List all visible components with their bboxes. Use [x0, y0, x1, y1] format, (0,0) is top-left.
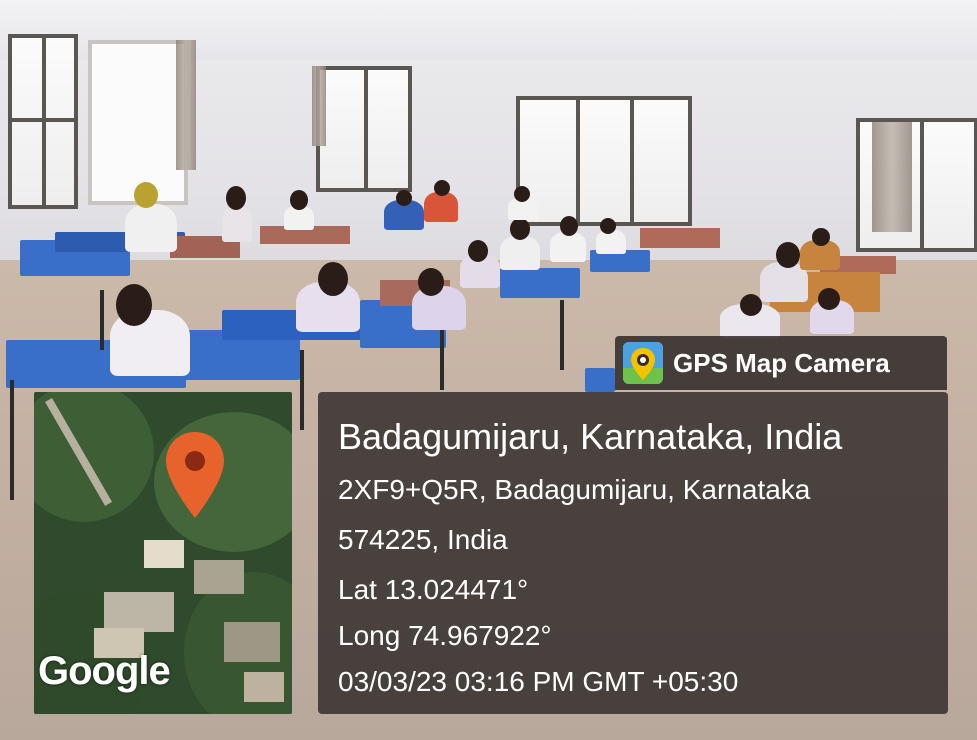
curtain-2 — [312, 66, 326, 146]
map-building — [104, 592, 174, 632]
student-head — [776, 242, 800, 268]
window-center — [516, 96, 692, 226]
student — [424, 192, 458, 222]
student — [550, 232, 586, 262]
desk-leg — [560, 300, 564, 370]
student-head — [434, 180, 450, 196]
gps-map-camera-badge: GPS Map Camera — [615, 336, 947, 390]
student — [500, 236, 540, 270]
timestamp: 03/03/23 03:16 PM GMT +05:30 — [338, 666, 739, 697]
student-head — [418, 268, 444, 296]
window-left-2 — [88, 40, 188, 205]
location-title: Badagumijaru, Karnataka, India — [338, 416, 843, 457]
curtain-3 — [872, 122, 912, 232]
address-line-2: 574225, India — [338, 524, 508, 555]
map-building — [244, 672, 284, 702]
student — [596, 230, 626, 254]
app-name: GPS Map Camera — [673, 348, 890, 378]
longitude: Long 74.967922° — [338, 620, 552, 651]
student-head — [290, 190, 308, 210]
student-head — [510, 218, 530, 240]
desk-leg — [10, 380, 14, 500]
google-watermark: Google — [38, 649, 171, 693]
student-head — [468, 240, 488, 262]
map-building — [224, 622, 280, 662]
latitude: Lat 13.024471° — [338, 574, 529, 605]
location-info-panel: Badagumijaru, Karnataka, India 2XF9+Q5R,… — [318, 392, 948, 714]
address-line-1: 2XF9+Q5R, Badagumijaru, Karnataka — [338, 474, 811, 505]
map-building — [194, 560, 244, 594]
curtain — [176, 40, 196, 170]
student-head — [514, 186, 530, 202]
map-pin-icon — [623, 342, 663, 384]
desk-leg — [300, 350, 304, 430]
student-head — [600, 218, 616, 234]
student-head — [740, 294, 762, 316]
student-head — [226, 186, 246, 210]
map-thumbnail: Google — [34, 392, 292, 714]
desk — [500, 268, 580, 298]
desk — [585, 368, 615, 392]
desk-top — [640, 228, 720, 248]
student-head — [818, 288, 840, 310]
student-head — [116, 284, 152, 326]
student-head — [134, 182, 158, 208]
location-pin-icon — [164, 430, 226, 520]
desk-leg — [100, 290, 104, 350]
window-center-left — [316, 66, 412, 192]
student-head — [318, 262, 348, 296]
student-head — [812, 228, 830, 246]
window-left — [8, 34, 78, 209]
student-head — [396, 190, 412, 206]
student — [222, 206, 252, 242]
student — [125, 204, 177, 252]
desk-leg — [440, 320, 444, 390]
student-head — [560, 216, 578, 236]
map-building — [144, 540, 184, 568]
